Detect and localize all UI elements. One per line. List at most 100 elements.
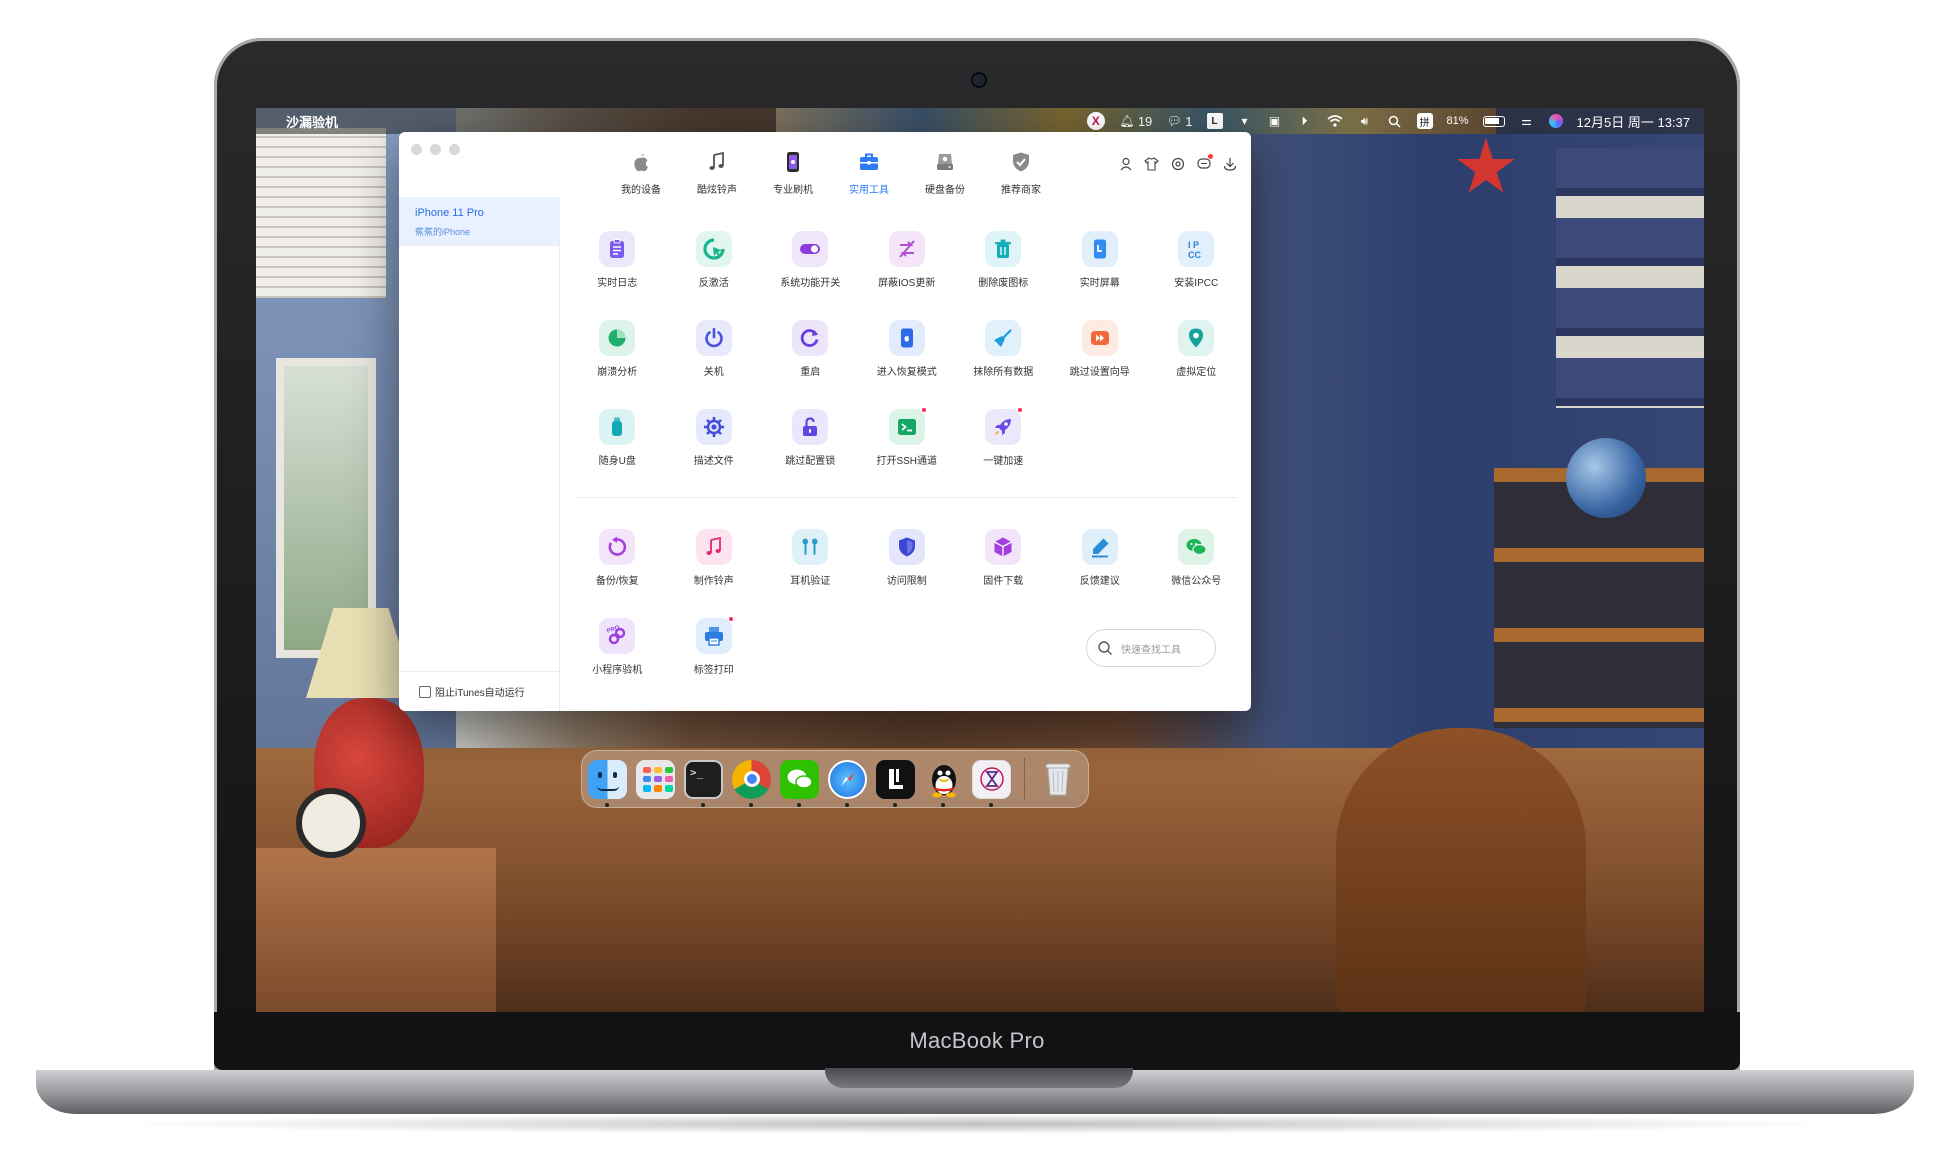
message-icon[interactable] bbox=[1196, 154, 1213, 171]
tool-live-screen[interactable]: 实时屏幕 bbox=[1052, 231, 1149, 320]
tool-block-update[interactable]: 屏蔽IOS更新 bbox=[859, 231, 956, 320]
wifi-icon[interactable] bbox=[1326, 113, 1343, 129]
dock-trash-icon[interactable] bbox=[1038, 760, 1077, 799]
device-owner-name: 蕉蕉的iPhone bbox=[415, 227, 471, 237]
photos-icon[interactable]: ▣ bbox=[1267, 113, 1283, 129]
tool-shield[interactable]: 访问限制 bbox=[859, 529, 956, 618]
siri-icon[interactable] bbox=[1548, 114, 1563, 128]
tools-panel: 实时日志 反激活 系统功能开关 屏蔽IOS更新 删除废图标 实时屏幕 I P CC … bbox=[561, 197, 1251, 711]
dock-l-app-icon[interactable] bbox=[876, 759, 915, 807]
tool-music-note[interactable]: 制作铃声 bbox=[666, 529, 763, 618]
menubar-clock[interactable]: 12月5日 周一 13:37 bbox=[1577, 112, 1690, 131]
tool-restart[interactable]: 重启 bbox=[762, 320, 859, 409]
tool-pie-chart[interactable]: 崩溃分析 bbox=[569, 320, 666, 409]
tab-disk-backup[interactable]: 硬盘备份 bbox=[907, 138, 983, 196]
tools-grid-secondary: 备份/恢复 制作铃声 耳机验证 访问限制 固件下载 反馈建议 微信公众号 PRO … bbox=[569, 529, 1245, 707]
tool-label: 重启 bbox=[800, 367, 821, 378]
tool-earbuds[interactable]: 耳机验证 bbox=[762, 529, 859, 618]
tab-toolbox[interactable]: 实用工具 bbox=[831, 138, 907, 196]
volume-icon[interactable]: 🔊︎ bbox=[1357, 113, 1373, 129]
l-app-status-icon[interactable]: L bbox=[1206, 113, 1223, 129]
tool-trash[interactable]: 删除废图标 bbox=[955, 231, 1052, 320]
tool-clipboard-log[interactable]: 实时日志 bbox=[569, 231, 666, 320]
block-update-icon bbox=[888, 231, 925, 267]
tab-phone-flash[interactable]: 专业刷机 bbox=[755, 138, 831, 196]
download-icon[interactable] bbox=[1222, 156, 1237, 171]
svg-text:PRO: PRO bbox=[606, 625, 621, 635]
tool-unlock[interactable]: 跳过配置锁 bbox=[762, 409, 859, 498]
settings-circle-icon[interactable] bbox=[1170, 156, 1185, 171]
battery-icon[interactable] bbox=[1482, 115, 1505, 127]
tool-mini-program-pro[interactable]: PRO 小程序验机 bbox=[569, 618, 666, 707]
tool-search-input[interactable]: 快速查找工具 bbox=[1086, 629, 1216, 667]
minimize-window-button[interactable] bbox=[430, 144, 441, 155]
play-circle-icon[interactable]: ⏵ bbox=[1297, 113, 1313, 129]
tool-printer[interactable]: 标签打印 bbox=[666, 616, 763, 707]
tool-rocket[interactable]: 一键加速 bbox=[955, 407, 1052, 498]
new-badge-dot bbox=[1017, 407, 1024, 413]
tool-power[interactable]: 关机 bbox=[666, 320, 763, 409]
tool-ipcc[interactable]: I P CC 安装IPCC bbox=[1148, 231, 1245, 320]
dock-qq-icon[interactable] bbox=[924, 760, 963, 807]
pie-chart-icon bbox=[599, 320, 636, 356]
user-icon[interactable] bbox=[1118, 156, 1133, 171]
camera bbox=[973, 74, 985, 86]
new-badge-dot bbox=[920, 407, 927, 413]
menubar-app-name[interactable]: 沙漏验机 bbox=[286, 112, 338, 131]
device-card[interactable]: iPhone 11 Pro 蕉蕉的iPhone bbox=[399, 197, 559, 246]
notification-mute-icon[interactable]: ▾ bbox=[1237, 113, 1253, 129]
dock-wechat-icon[interactable] bbox=[780, 759, 819, 807]
tool-label: 虚拟定位 bbox=[1176, 367, 1217, 378]
music-note-icon bbox=[704, 149, 730, 175]
itunes-autorun-label[interactable]: 阻止iTunes自动运行 bbox=[435, 684, 525, 699]
tool-terminal[interactable]: 打开SSH通道 bbox=[859, 407, 956, 498]
dock-chrome-icon[interactable] bbox=[732, 759, 771, 807]
tool-label: 系统功能开关 bbox=[780, 278, 841, 289]
tool-backup-restore[interactable]: 备份/恢复 bbox=[569, 529, 666, 618]
shirt-icon[interactable] bbox=[1144, 156, 1159, 171]
tool-gear-profile[interactable]: 描述文件 bbox=[666, 409, 763, 498]
wechat-status[interactable]: 💬︎ 1 bbox=[1166, 113, 1193, 129]
tab-shield-check[interactable]: 推荐商家 bbox=[983, 138, 1059, 196]
clipboard-log-icon bbox=[599, 231, 636, 267]
tool-cube[interactable]: 固件下载 bbox=[955, 529, 1052, 618]
tool-cursor-refresh[interactable]: 反激活 bbox=[666, 231, 763, 320]
input-method-indicator[interactable]: 拼 bbox=[1416, 113, 1433, 129]
tool-toggle[interactable]: 系统功能开关 bbox=[762, 231, 859, 320]
dock-finder-icon[interactable] bbox=[588, 759, 627, 807]
zoom-window-button[interactable] bbox=[449, 144, 460, 155]
tool-wechat[interactable]: 微信公众号 bbox=[1148, 529, 1245, 618]
tools-divider bbox=[577, 497, 1237, 498]
restart-icon bbox=[792, 320, 829, 356]
itunes-autorun-checkbox[interactable] bbox=[419, 685, 431, 698]
dock-terminal-icon[interactable]: >_ bbox=[684, 759, 723, 807]
tool-usb-drive[interactable]: 随身U盘 bbox=[569, 409, 666, 498]
tool-label: 微信公众号 bbox=[1171, 576, 1222, 587]
tool-skip-forward[interactable]: 跳过设置向导 bbox=[1052, 320, 1149, 409]
running-indicator bbox=[797, 802, 801, 807]
dock-safari-icon[interactable] bbox=[828, 759, 867, 807]
wallpaper-clock bbox=[296, 788, 366, 858]
terminal-icon bbox=[888, 407, 927, 445]
hourglass-status-icon[interactable]: X bbox=[1086, 112, 1105, 130]
mini-program-pro-icon: PRO bbox=[599, 618, 636, 654]
dock-launchpad-icon[interactable] bbox=[636, 759, 675, 799]
tool-recovery-phone[interactable]: 进入恢复模式 bbox=[859, 320, 956, 409]
running-indicator bbox=[749, 802, 753, 807]
tab-music-note[interactable]: 酷炫铃声 bbox=[679, 138, 755, 196]
device-name: iPhone 11 Pro bbox=[415, 207, 484, 219]
tool-location-pin[interactable]: 虚拟定位 bbox=[1148, 320, 1245, 409]
tool-label: 抹除所有数据 bbox=[973, 367, 1034, 378]
location-pin-icon bbox=[1178, 320, 1215, 356]
tool-edit[interactable]: 反馈建议 bbox=[1052, 529, 1149, 618]
control-center-icon[interactable]: ⚌ bbox=[1519, 113, 1535, 129]
cube-icon bbox=[985, 529, 1022, 565]
spotlight-search-icon[interactable] bbox=[1387, 113, 1403, 129]
notification-status[interactable]: 🔔︎ 19 bbox=[1119, 113, 1152, 129]
close-window-button[interactable] bbox=[411, 144, 422, 155]
dock-hourglass-app-icon[interactable] bbox=[972, 759, 1011, 807]
tab-apple[interactable]: 我的设备 bbox=[603, 138, 679, 196]
new-badge-dot bbox=[727, 616, 734, 622]
tool-broom[interactable]: 抹除所有数据 bbox=[955, 320, 1052, 409]
music-note-icon bbox=[695, 529, 732, 565]
